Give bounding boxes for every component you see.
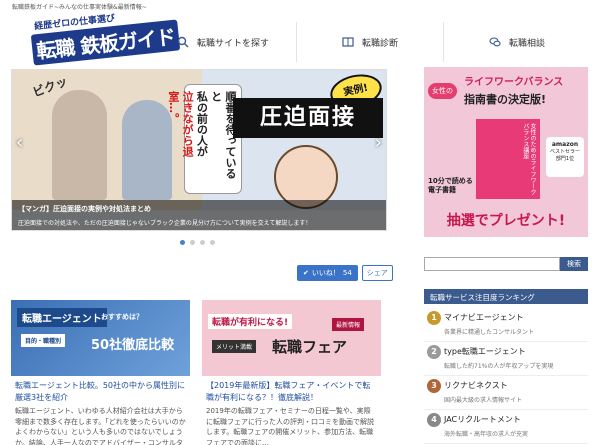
hero-big-title: 圧迫面接 xyxy=(233,98,383,138)
thumb-big-text: 50社徹底比較 xyxy=(91,338,175,353)
ad-book-cover: 女性のためのライフワークバランス講座 xyxy=(476,119,540,199)
next-slide-icon[interactable]: › xyxy=(375,132,382,153)
thumbs-up-icon: ✔ xyxy=(303,269,309,277)
like-button[interactable]: ✔ いいね！ 54 xyxy=(297,265,358,281)
like-count: 54 xyxy=(342,269,352,277)
hero-figure-crying xyxy=(122,100,172,200)
nav-item-label: 転職相談 xyxy=(508,38,545,49)
amazon-logo: amazon xyxy=(551,141,579,148)
chat-icon xyxy=(489,37,501,47)
rank-number: 3 xyxy=(427,379,441,393)
amazon-badge: amazon ベストセラー 部門1位 xyxy=(546,137,584,177)
search-input[interactable] xyxy=(424,257,560,271)
nav-item-label: 転職診断 xyxy=(361,38,398,49)
slider-dots xyxy=(180,240,215,245)
share-label: シェア xyxy=(366,269,388,277)
amazon-sub1: ベストセラー xyxy=(549,149,581,156)
ad-pill: 女性の xyxy=(428,83,457,99)
hero-slider[interactable]: ビクッ 順番を待っていると 私の前の人が 泣きながら退室…。 実例! 圧迫面接 … xyxy=(11,69,387,231)
ranking-item-name[interactable]: JACリクルートメント xyxy=(444,410,588,425)
article-title[interactable]: 【2019年最新版】転職フェア・イベントで転職が有利になる？！徹底解説！ xyxy=(202,380,381,403)
slider-dot[interactable] xyxy=(200,240,205,245)
thumb-subheading: おすすめは？ xyxy=(101,313,143,321)
nav-item-label: 転職サイトを探す xyxy=(196,38,269,49)
ranking-item-desc: 国内最大級の求人情報サイト xyxy=(444,397,523,404)
prev-slide-icon[interactable]: ‹ xyxy=(16,132,23,153)
hero-caption-title: 【マンガ】圧迫面接の実例や対処法まとめ xyxy=(18,205,151,213)
article-thumbnail[interactable]: 転職が有利になる! 最新情報 メリット満載 転職フェア xyxy=(202,300,381,376)
top-navigation: 転職サイトを探す 転職診断 転職相談 xyxy=(150,22,590,62)
rank-number: 2 xyxy=(427,345,441,359)
sidebar-ad-banner[interactable]: 女性の ライフワークバランス 指南書の決定版! 女性のためのライフワークバランス… xyxy=(424,67,588,237)
article-card[interactable]: 転職エージェント おすすめは？ 目的・職種別 50社徹底比較 転職エージェント比… xyxy=(11,300,190,445)
social-share: ✔ いいね！ 54 シェア xyxy=(297,265,393,281)
ranking-list: 1 マイナビエージェント 各業界に精通したコンサルタント 2 type転職エージ… xyxy=(424,308,588,444)
ranking-item[interactable]: 2 type転職エージェント 転職した約71%の人が年収アップを実現 xyxy=(424,342,588,376)
article-title[interactable]: 転職エージェント比較。50社の中から属性別に厳選3社を紹介 xyxy=(11,380,190,403)
ranking-item[interactable]: 3 リクナビネクスト 国内最大級の求人情報サイト xyxy=(424,376,588,410)
thumb-latest-badge: 最新情報 xyxy=(332,318,365,331)
ranking-item-desc: 転職した約71%の人が年収アップを実現 xyxy=(444,363,554,370)
site-tagline: 転職鉄板ガイド~みんなの仕事実体験&最新情報~ xyxy=(12,4,147,11)
search-icon xyxy=(177,36,189,48)
ranking-item[interactable]: 4 JACリクルートメント 海外転職・高年収の求人が充実 xyxy=(424,410,588,444)
ranking-item-name[interactable]: リクナビネクスト xyxy=(444,376,588,391)
rank-number: 1 xyxy=(427,311,441,325)
ad-headline: ライフワークバランス xyxy=(464,77,564,88)
sidebar-search: 検索 xyxy=(424,257,588,271)
ranking-item-desc: 各業界に精通したコンサルタント xyxy=(444,329,535,336)
ranking-header: 転職サービス注目度ランキング xyxy=(424,289,588,304)
site-logo[interactable]: 経歴ゼロの仕事選び 転職 鉄板ガイド xyxy=(30,13,181,66)
amazon-sub2: 部門1位 xyxy=(555,156,575,163)
speech-line-2: 私の前の人が xyxy=(195,91,209,157)
ad-ebook-label: 10分で読める電子書籍 xyxy=(428,177,473,195)
thumb-heading: 転職が有利になる! xyxy=(208,314,293,329)
ranking-item-name[interactable]: type転職エージェント xyxy=(444,342,588,357)
hero-figure-woman xyxy=(52,90,107,200)
article-excerpt: 2019年の転職フェア・セミナーの日程一覧や、実際に転職フェアに行った人の評判・… xyxy=(206,407,374,445)
ranking-item-desc: 海外転職・高年収の求人が充実 xyxy=(444,431,529,438)
nav-item-diagnosis[interactable]: 転職診断 xyxy=(296,22,443,62)
ad-cta[interactable]: 抽選でプレゼント! xyxy=(424,205,588,237)
ad-subheadline: 指南書の決定版! xyxy=(464,93,547,106)
slider-dot[interactable] xyxy=(180,240,185,245)
thumb-tag: 目的・職種別 xyxy=(21,334,66,347)
slider-dot[interactable] xyxy=(190,240,195,245)
ranking-item[interactable]: 1 マイナビエージェント 各業界に精通したコンサルタント xyxy=(424,308,588,342)
nav-item-find-sites[interactable]: 転職サイトを探す xyxy=(150,22,296,62)
book-icon xyxy=(342,37,354,47)
like-label: いいね！ xyxy=(311,269,340,277)
article-thumbnail[interactable]: 転職エージェント おすすめは？ 目的・職種別 50社徹底比較 xyxy=(11,300,190,376)
thumb-big-text: 転職フェア xyxy=(272,338,348,356)
hero-caption-desc: 圧迫面接での対処法や、ただの圧迫面接じゃないブラック企業の見分け方について実例を… xyxy=(18,220,312,227)
ranking-item-name[interactable]: マイナビエージェント xyxy=(444,308,588,323)
article-card[interactable]: 転職が有利になる! 最新情報 メリット満載 転職フェア 【2019年最新版】転職… xyxy=(202,300,381,445)
hero-caption[interactable]: 【マンガ】圧迫面接の実例や対処法まとめ 圧迫面接での対処法や、ただの圧迫面接じゃ… xyxy=(12,200,386,230)
ad-header: 女性の ライフワークバランス 指南書の決定版! xyxy=(424,67,588,113)
nav-item-consult[interactable]: 転職相談 xyxy=(443,22,590,62)
thumb-tag: メリット満載 xyxy=(212,340,257,353)
thumb-heading: 転職エージェント xyxy=(17,308,107,327)
article-excerpt: 転職エージェント、いわゆる人材紹介会社は大手から零細まで数多く存在します。「どれ… xyxy=(15,407,186,445)
search-button[interactable]: 検索 xyxy=(560,257,588,271)
slider-dot[interactable] xyxy=(210,240,215,245)
share-button[interactable]: シェア xyxy=(361,265,393,281)
rank-number: 4 xyxy=(427,413,441,427)
